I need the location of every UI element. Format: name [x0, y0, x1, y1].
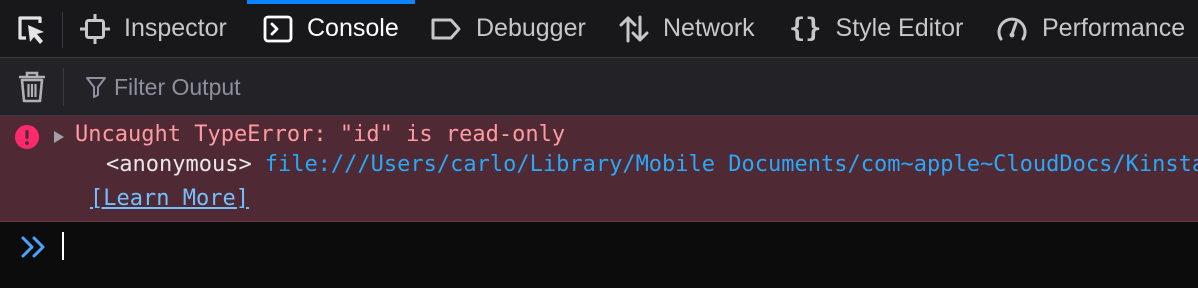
console-error-message: Uncaught TypeError: "id" is read-only <a…: [0, 116, 1198, 222]
stack-frame-function: <anonymous>: [106, 152, 252, 177]
trash-icon: [19, 71, 45, 103]
tab-performance-label: Performance: [1042, 14, 1186, 42]
filter-output-input[interactable]: Filter Output: [86, 58, 241, 116]
console-input-caret[interactable]: [62, 232, 64, 260]
tab-inspector-label: Inspector: [124, 14, 227, 42]
tab-performance[interactable]: Performance: [996, 0, 1185, 57]
prompt-chevrons-icon: [21, 236, 45, 258]
element-picker-icon: [18, 15, 44, 44]
selected-tab-indicator: [247, 0, 415, 4]
console-icon: [263, 14, 293, 44]
tab-network[interactable]: Network: [619, 0, 755, 57]
debugger-icon: [430, 15, 462, 43]
error-text[interactable]: Uncaught TypeError: "id" is read-only: [75, 122, 565, 147]
tab-debugger-label: Debugger: [476, 14, 586, 42]
performance-icon: [996, 14, 1028, 44]
element-picker-button[interactable]: [0, 0, 62, 57]
learn-more-link[interactable]: [Learn More]: [90, 186, 249, 211]
tab-console[interactable]: Console: [263, 0, 399, 57]
style-editor-icon: {}: [789, 13, 822, 44]
tab-debugger[interactable]: Debugger: [430, 0, 586, 57]
tab-style-editor[interactable]: {} Style Editor: [789, 0, 963, 57]
tab-console-label: Console: [307, 14, 399, 42]
tab-network-label: Network: [663, 14, 755, 42]
stack-frame-location-link[interactable]: file:///Users/carlo/Library/Mobile Docum…: [265, 152, 1198, 177]
clear-console-button[interactable]: [16, 70, 48, 104]
toolbar-divider: [62, 12, 63, 48]
console-filter-bar: Filter Output: [0, 58, 1198, 116]
tab-inspector[interactable]: Inspector: [80, 0, 227, 57]
filter-placeholder: Filter Output: [114, 73, 241, 100]
inspector-icon: [80, 13, 110, 44]
expand-arrow-icon[interactable]: [53, 130, 65, 144]
network-icon: [619, 14, 649, 44]
tab-style-editor-label: Style Editor: [835, 14, 964, 42]
filter-icon: [86, 76, 106, 98]
error-icon: [15, 125, 39, 149]
filter-bar-divider: [63, 68, 64, 106]
stack-frame: <anonymous> file:///Users/carlo/Library/M…: [106, 152, 1198, 177]
devtools-toolbar: Inspector Console Debugger Network {} St…: [0, 0, 1198, 58]
